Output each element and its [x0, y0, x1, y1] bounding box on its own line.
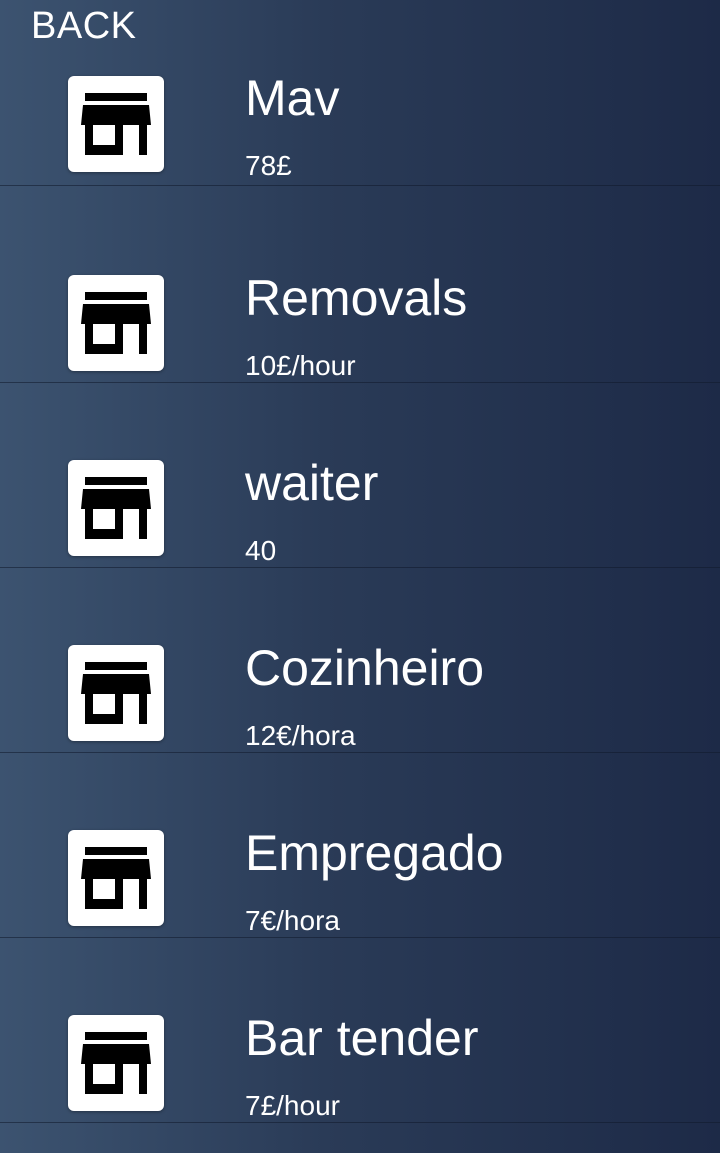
job-title: Empregado: [245, 825, 504, 881]
store-icon: [68, 645, 164, 741]
list-item[interactable]: waiter 40: [0, 383, 720, 568]
store-icon: [68, 275, 164, 371]
job-title: Mav: [245, 70, 340, 126]
store-icon: [68, 1015, 164, 1111]
list-item[interactable]: Empregado 7€/hora: [0, 753, 720, 938]
job-price: 7£/hour: [245, 1090, 340, 1121]
store-icon: [68, 460, 164, 556]
store-icon: [68, 76, 164, 172]
job-price: 7€/hora: [245, 905, 340, 936]
job-title: Cozinheiro: [245, 640, 485, 696]
list-item[interactable]: Bar tender 7£/hour: [0, 938, 720, 1123]
list-item[interactable]: Removals 10£/hour: [0, 198, 720, 383]
store-icon: [68, 830, 164, 926]
job-title: Removals: [245, 270, 468, 326]
job-price: 12€/hora: [245, 720, 356, 751]
list-item[interactable]: Mav 78£: [0, 0, 720, 186]
job-price: 78£: [245, 150, 292, 181]
job-title: Bar tender: [245, 1010, 479, 1066]
job-price: 40: [245, 535, 277, 566]
job-price: 10£/hour: [245, 350, 356, 381]
job-title: waiter: [245, 455, 379, 511]
job-list: Mav 78£ Removals 10£/hour waiter 40 Cozi…: [0, 12, 720, 1123]
list-item[interactable]: Cozinheiro 12€/hora: [0, 568, 720, 753]
